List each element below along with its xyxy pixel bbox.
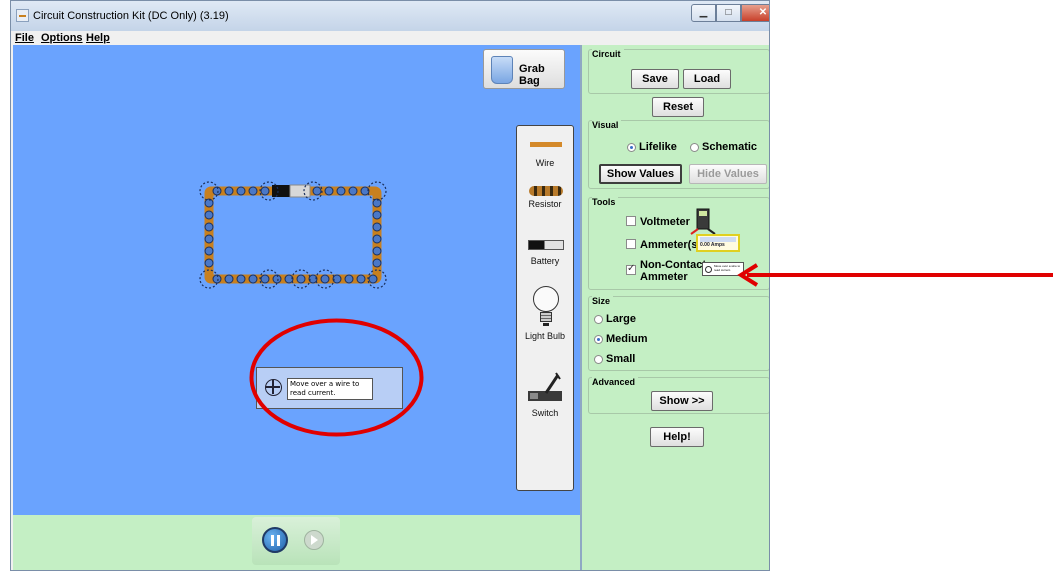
- minimize-icon: ▁: [699, 7, 708, 18]
- step-button: [304, 530, 324, 550]
- non-contact-ammeter-checkbox[interactable]: [626, 263, 636, 275]
- window-title: Circuit Construction Kit (DC Only) (3.19…: [33, 10, 229, 22]
- maximize-icon: □: [725, 7, 732, 18]
- playback-bar: [13, 515, 580, 570]
- light-bulb-label: Light Bulb: [524, 331, 566, 341]
- ammeter-checkbox[interactable]: [626, 239, 636, 249]
- menu-bar: File Options Help: [11, 31, 769, 45]
- menu-file[interactable]: File: [15, 31, 34, 45]
- circuit-group: Circuit Save Load: [588, 49, 769, 94]
- switch-icon: [528, 372, 562, 401]
- menu-options[interactable]: Options: [41, 31, 83, 45]
- grab-bag-button[interactable]: Grab Bag: [483, 49, 565, 89]
- wire-junctions[interactable]: [204, 186, 382, 284]
- load-button[interactable]: Load: [683, 69, 731, 89]
- schematic-radio[interactable]: [690, 143, 699, 152]
- step-icon: [311, 535, 318, 545]
- close-icon: ✕: [758, 7, 768, 18]
- wire-label: Wire: [535, 158, 555, 168]
- toolbox-switch[interactable]: Switch: [517, 371, 573, 431]
- help-button[interactable]: Help!: [650, 427, 704, 447]
- battery-component[interactable]: [272, 185, 290, 197]
- maximize-button[interactable]: □: [716, 4, 741, 22]
- voltmeter-icon: [690, 208, 716, 235]
- resistor-label: Resistor: [528, 199, 562, 209]
- battery-icon: [528, 240, 564, 250]
- size-group: Size Large Medium Small: [588, 296, 769, 371]
- voltmeter-label: Voltmeter: [640, 216, 690, 228]
- small-radio[interactable]: [594, 355, 603, 364]
- non-contact-label-line1: Non-Contact: [640, 259, 706, 271]
- circuit-group-title: Circuit: [592, 49, 624, 59]
- size-group-title: Size: [592, 296, 614, 306]
- large-label: Large: [606, 313, 636, 325]
- visual-group-title: Visual: [592, 120, 622, 130]
- close-button[interactable]: ✕: [741, 4, 769, 22]
- ammeter-readout: 0.00 Amps: [700, 242, 725, 248]
- advanced-group: Advanced Show >>: [588, 377, 769, 414]
- medium-radio[interactable]: [594, 335, 603, 344]
- lifelike-radio[interactable]: [627, 143, 636, 152]
- circuit-canvas[interactable]: Grab Bag Wire Resistor Battery Light Bul…: [13, 45, 580, 515]
- small-label: Small: [606, 353, 636, 365]
- red-arrow: [737, 263, 1053, 287]
- hide-values-button: Hide Values: [689, 164, 767, 184]
- menu-help[interactable]: Help: [86, 31, 110, 45]
- app-icon: [16, 9, 29, 22]
- toolbox-light-bulb[interactable]: Light Bulb: [517, 286, 573, 361]
- control-panel: Circuit Save Load Reset Visual Lifelike …: [582, 45, 769, 570]
- toolbox-battery[interactable]: Battery: [517, 236, 573, 276]
- wire-icon: [530, 142, 562, 147]
- toolbox-resistor[interactable]: Resistor: [517, 183, 573, 223]
- pause-button[interactable]: [262, 527, 288, 553]
- app-window: Circuit Construction Kit (DC Only) (3.19…: [10, 0, 770, 571]
- medium-label: Medium: [606, 333, 648, 345]
- ammeter-label: Ammeter(s): [640, 239, 702, 251]
- schematic-label: Schematic: [702, 141, 758, 153]
- advanced-show-button[interactable]: Show >>: [651, 391, 713, 411]
- minimize-button[interactable]: ▁: [691, 4, 716, 22]
- component-toolbox: Wire Resistor Battery Light Bulb Switch: [516, 125, 574, 491]
- title-bar: Circuit Construction Kit (DC Only) (3.19…: [11, 1, 769, 31]
- show-values-button[interactable]: Show Values: [599, 164, 682, 184]
- pause-icon: [271, 535, 280, 546]
- bag-icon: [491, 56, 513, 84]
- voltmeter-checkbox[interactable]: [626, 216, 636, 226]
- ammeter-thumbnail: 0.00 Amps: [696, 234, 740, 252]
- resistor-icon: [529, 186, 563, 196]
- tools-group-title: Tools: [592, 197, 619, 207]
- highlight-ellipse: [249, 318, 424, 437]
- non-contact-label-line2: Ammeter: [640, 271, 688, 283]
- circuit-loop[interactable]: [197, 179, 397, 299]
- toolbox-wire[interactable]: Wire: [517, 136, 573, 176]
- visual-group: Visual Lifelike Schematic Show Values Hi…: [588, 120, 769, 189]
- reset-button[interactable]: Reset: [652, 97, 704, 117]
- save-button[interactable]: Save: [631, 69, 679, 89]
- large-radio[interactable]: [594, 315, 603, 324]
- playback-controls: [252, 517, 340, 565]
- grab-bag-label: Grab Bag: [519, 63, 545, 87]
- battery-label: Battery: [530, 256, 560, 266]
- advanced-group-title: Advanced: [592, 377, 639, 387]
- switch-label: Switch: [531, 408, 559, 418]
- lifelike-label: Lifelike: [639, 141, 677, 153]
- light-bulb-icon: [533, 286, 559, 312]
